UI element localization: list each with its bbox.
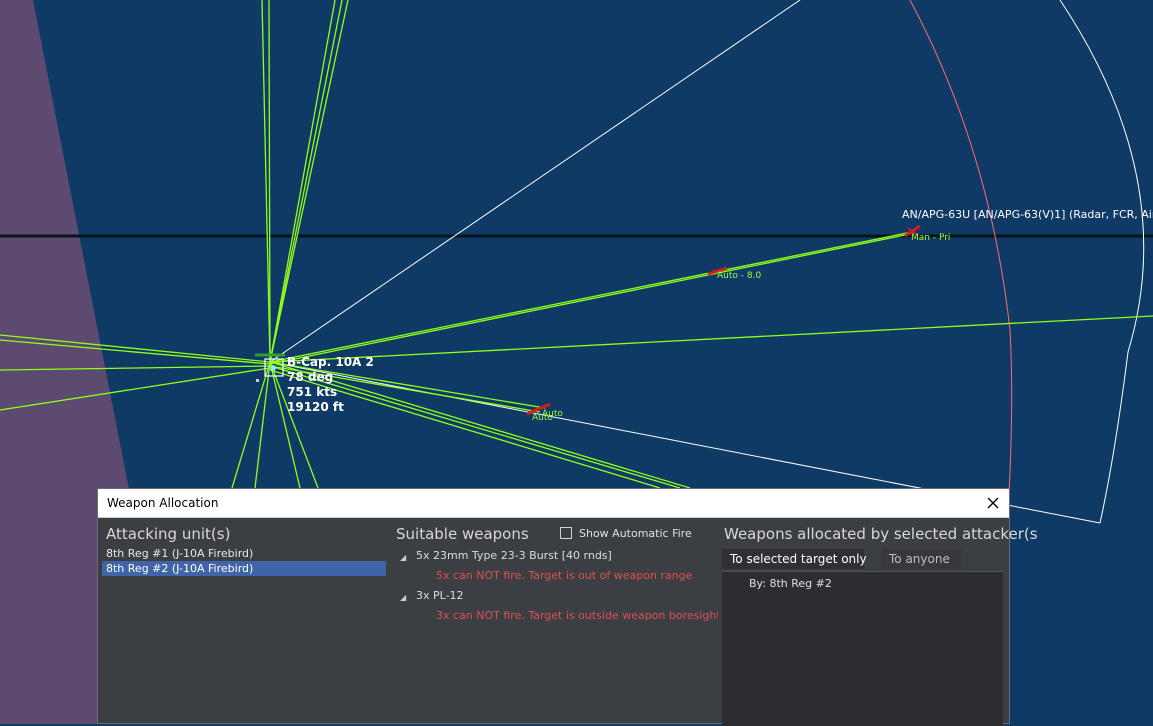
allocated-by-item[interactable]: By: 8th Reg #2 — [749, 577, 832, 590]
allocated-title: Weapons allocated by selected attacker(s — [724, 525, 1038, 543]
tab-to-anyone[interactable]: To anyone — [881, 549, 961, 569]
radar-label: AN/APG-63U [AN/APG-63(V)1] (Radar, FCR, … — [902, 208, 1153, 221]
unit-name: B-Cap. 10A 2 — [287, 355, 374, 369]
collapse-triangle-icon[interactable]: ◢ — [400, 591, 406, 605]
close-icon[interactable] — [983, 493, 1003, 513]
annotation-man-pri: Man - Pri — [911, 233, 951, 243]
dialog-titlebar[interactable]: Weapon Allocation — [98, 489, 1009, 518]
weapons-list: ◢ 5x 23mm Type 23-3 Burst [40 rnds] 5x c… — [392, 549, 718, 719]
weapon-allocation-dialog: Weapon Allocation Attacking unit(s) 8th … — [97, 488, 1038, 726]
collapse-triangle-icon[interactable]: ◢ — [400, 551, 406, 565]
unit-heading: 78 deg — [287, 370, 334, 384]
weapon-status-message: 5x can NOT fire. Target is out of weapon… — [436, 569, 693, 582]
weapon-name: 5x 23mm Type 23-3 Burst [40 rnds] — [416, 549, 612, 562]
weapon-group-2[interactable]: ◢ 3x PL-12 — [392, 589, 718, 609]
weapon-status-message: 3x can NOT fire. Target is outside weapo… — [436, 609, 718, 622]
weapon-group-1[interactable]: ◢ 5x 23mm Type 23-3 Burst [40 rnds] — [392, 549, 718, 569]
unit-altitude: 19120 ft — [287, 400, 344, 414]
allocated-weapons-tree: By: 8th Reg #2 — [722, 571, 1003, 726]
show-automatic-fire-label: Show Automatic Fire — [579, 527, 692, 540]
attacker-item-1[interactable]: 8th Reg #1 (J-10A Firebird) — [102, 546, 386, 561]
tab-selected-target-only[interactable]: To selected target only — [722, 549, 867, 569]
checkbox-icon[interactable] — [560, 527, 572, 539]
show-automatic-fire-checkbox[interactable]: Show Automatic Fire — [560, 527, 692, 540]
attackers-title: Attacking unit(s) — [106, 525, 231, 543]
weapon-name: 3x PL-12 — [416, 589, 464, 602]
attackers-list: 8th Reg #1 (J-10A Firebird) 8th Reg #2 (… — [102, 546, 386, 576]
own-unit-info: B-Cap. 10A 2 78 deg 751 kts 19120 ft — [287, 355, 374, 415]
annotation-auto-8: Auto - 8.0 — [717, 271, 762, 281]
unit-speed: 751 kts — [287, 385, 338, 399]
attacker-item-2[interactable]: 8th Reg #2 (J-10A Firebird) — [102, 561, 386, 576]
dialog-title: Weapon Allocation — [107, 496, 219, 510]
annotation-auto-b: Auto — [532, 413, 553, 423]
weapons-title: Suitable weapons — [396, 525, 529, 543]
allocated-panel: To selected target only To anyone By: 8t… — [722, 546, 1005, 726]
